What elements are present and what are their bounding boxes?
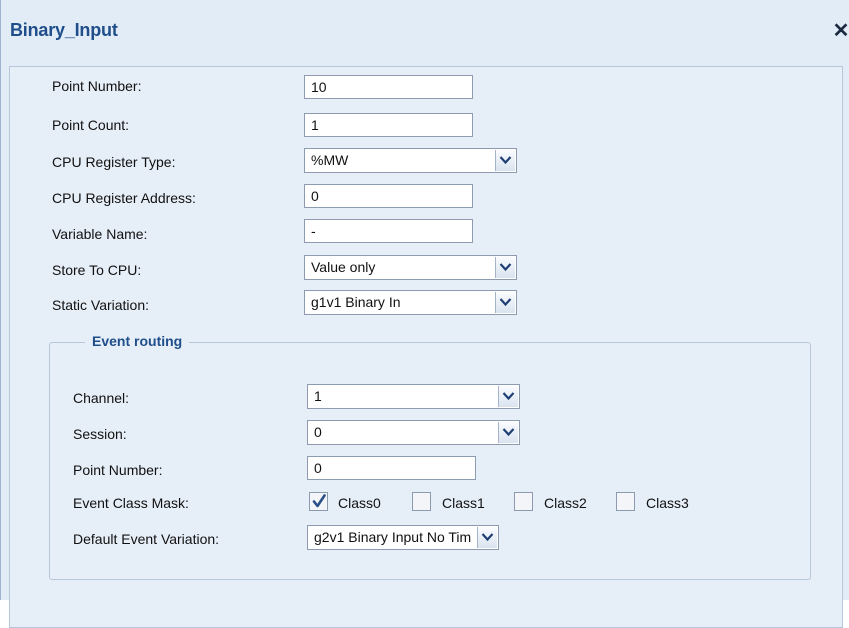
event-point-number-label: Point Number: (73, 462, 163, 478)
event-class-mask-label: Event Class Mask: (73, 495, 189, 511)
cpu-register-type-label: CPU Register Type: (52, 154, 176, 170)
default-event-variation-label: Default Event Variation: (73, 531, 220, 547)
store-to-cpu-select[interactable]: Value only (304, 255, 517, 280)
close-icon[interactable]: ✕ (832, 20, 849, 42)
class0-checkbox[interactable] (309, 492, 328, 511)
chevron-down-icon[interactable] (498, 386, 518, 407)
point-count-label: Point Count: (52, 117, 130, 133)
point-number-input[interactable]: 10 (304, 75, 473, 99)
title-bar: Binary_Input ✕ (1, 12, 849, 52)
point-count-input[interactable]: 1 (304, 113, 473, 137)
chevron-down-icon[interactable] (498, 422, 518, 443)
checkmark-icon (312, 494, 326, 508)
session-select[interactable]: 0 (307, 420, 520, 445)
chevron-down-icon[interactable] (495, 150, 515, 171)
class2-checkbox[interactable] (514, 492, 533, 511)
event-point-number-input[interactable]: 0 (307, 456, 476, 480)
static-variation-select[interactable]: g1v1 Binary In (304, 290, 517, 315)
channel-value: 1 (314, 388, 322, 404)
chevron-down-icon[interactable] (477, 527, 497, 548)
store-to-cpu-value: Value only (311, 259, 376, 275)
variable-name-input[interactable]: - (304, 219, 473, 243)
binary-input-dialog: Binary_Input ✕ Point Number: 10 Point Co… (0, 0, 849, 628)
store-to-cpu-label: Store To CPU: (52, 262, 142, 278)
cpu-register-address-input[interactable]: 0 (304, 184, 473, 208)
cpu-register-address-label: CPU Register Address: (52, 190, 196, 206)
class1-label[interactable]: Class1 (442, 495, 485, 511)
session-label: Session: (73, 426, 127, 442)
class3-checkbox[interactable] (616, 492, 635, 511)
channel-select[interactable]: 1 (307, 384, 520, 409)
chevron-down-icon[interactable] (495, 292, 515, 313)
point-number-label: Point Number: (52, 78, 142, 94)
event-routing-title: Event routing (85, 333, 190, 349)
session-value: 0 (314, 424, 322, 440)
class0-label[interactable]: Class0 (338, 495, 381, 511)
chevron-down-icon[interactable] (495, 257, 515, 278)
class3-label[interactable]: Class3 (646, 495, 689, 511)
static-variation-value: g1v1 Binary In (311, 294, 401, 310)
class1-checkbox[interactable] (412, 492, 431, 511)
dialog-title: Binary_Input (10, 20, 118, 40)
class2-label[interactable]: Class2 (544, 495, 587, 511)
static-variation-label: Static Variation: (52, 297, 150, 313)
variable-name-label: Variable Name: (52, 226, 148, 242)
default-event-variation-select[interactable]: g2v1 Binary Input No Tim (307, 525, 499, 550)
default-event-variation-value: g2v1 Binary Input No Tim (314, 529, 472, 545)
cpu-register-type-value: %MW (311, 152, 349, 168)
channel-label: Channel: (73, 390, 130, 406)
cpu-register-type-select[interactable]: %MW (304, 148, 517, 173)
